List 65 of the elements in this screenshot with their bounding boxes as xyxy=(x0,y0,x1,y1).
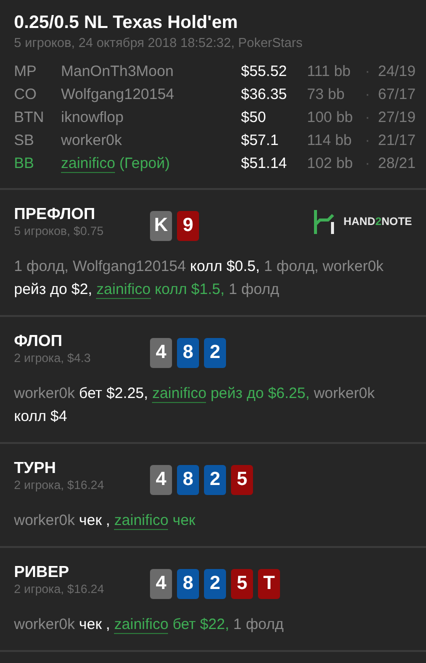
separator-dot: · xyxy=(365,109,370,126)
player-name: Wolfgang120154 xyxy=(61,85,176,105)
action-summary: worker0k чек , zainifico чек xyxy=(14,511,196,532)
player-stack: $55.52 xyxy=(241,62,288,82)
street-name: ПРЕФЛОП xyxy=(14,206,96,224)
separator-dot: · xyxy=(365,86,370,103)
action-summary: worker0k чек , zainifico бет $22, 1 фолд xyxy=(14,615,285,636)
player-bb: 111 bb xyxy=(307,62,352,82)
player-link[interactable]: zainifico xyxy=(61,155,116,173)
playing-card: 8 xyxy=(177,465,199,495)
player-position: MP xyxy=(14,62,38,82)
playing-card: 2 xyxy=(204,338,226,368)
playing-card: 4 xyxy=(150,338,172,368)
player-link[interactable]: zainifico xyxy=(114,512,168,530)
player-stack: $51.14 xyxy=(241,154,288,174)
street-info: 2 игрока, $16.24 xyxy=(14,582,105,596)
player-stats: 28/21 xyxy=(378,155,416,172)
player-stats: 24/19 xyxy=(378,63,416,80)
player-position: BB xyxy=(14,154,36,174)
playing-card: 4 xyxy=(150,465,172,495)
player-link[interactable]: zainifico xyxy=(152,385,206,403)
player-stats: 67/17 xyxy=(378,86,416,103)
playing-card: 8 xyxy=(177,338,199,368)
player-bb: 73 bb xyxy=(307,85,346,105)
playing-card: 5 xyxy=(231,465,253,495)
player-name: worker0k xyxy=(61,131,123,151)
hand-subtitle: 5 игроков, 24 октября 2018 18:52:32, PokerStars xyxy=(14,35,304,50)
playing-card: 8 xyxy=(177,569,199,599)
player-stats: 27/19 xyxy=(378,109,416,126)
hero-label: (Герой) xyxy=(119,155,170,172)
playing-card: K xyxy=(150,211,172,241)
playing-card: 2 xyxy=(204,465,226,495)
street-info: 2 игрока, $4.3 xyxy=(14,351,92,365)
logo-icon xyxy=(312,210,335,234)
hand-title: 0.25/0.5 NL Texas Hold'em xyxy=(14,12,239,33)
street-name: ФЛОП xyxy=(14,333,64,351)
player-stats: 21/17 xyxy=(378,132,416,149)
player-position: SB xyxy=(14,131,36,151)
player-bb: 102 bb xyxy=(307,154,354,174)
action-summary: worker0k бет $2.25, zainifico рейз до $6.25, worker0k колл $4 xyxy=(14,384,376,427)
action-summary: 1 фолд, Wolfgang120154 колл $0.5, 1 фолд, worker0k рейз до $2, zainifico колл $1.5, 1 фолд xyxy=(14,257,385,301)
playing-card: 9 xyxy=(177,211,199,241)
separator-dot: · xyxy=(365,63,370,80)
street-info: 2 игрока, $16.24 xyxy=(14,478,105,492)
separator-dot: · xyxy=(365,132,370,149)
playing-card: T xyxy=(258,569,280,599)
player-stack: $57.1 xyxy=(241,131,280,151)
player-name: ManOnTh3Moon xyxy=(61,62,175,82)
player-link[interactable]: zainifico xyxy=(96,281,151,299)
player-link[interactable]: zainifico xyxy=(114,616,168,634)
player-bb: 114 bb xyxy=(307,131,353,151)
playing-card: 4 xyxy=(150,569,172,599)
playing-card: 5 xyxy=(231,569,253,599)
separator-dot: · xyxy=(365,155,370,172)
street-name: ТУРН xyxy=(14,460,57,478)
player-position: BTN xyxy=(14,108,45,128)
player-bb: 100 bb xyxy=(307,108,354,128)
street-info: 5 игроков, $0.75 xyxy=(14,224,105,238)
player-name: iknowflop xyxy=(61,108,125,128)
logo-text: HAND2NOTE xyxy=(344,216,412,228)
playing-card: 2 xyxy=(204,569,226,599)
player-stack: $36.35 xyxy=(241,85,288,105)
street-name: РИВЕР xyxy=(14,564,70,582)
player-position: CO xyxy=(14,85,38,105)
player-stack: $50 xyxy=(241,108,268,128)
